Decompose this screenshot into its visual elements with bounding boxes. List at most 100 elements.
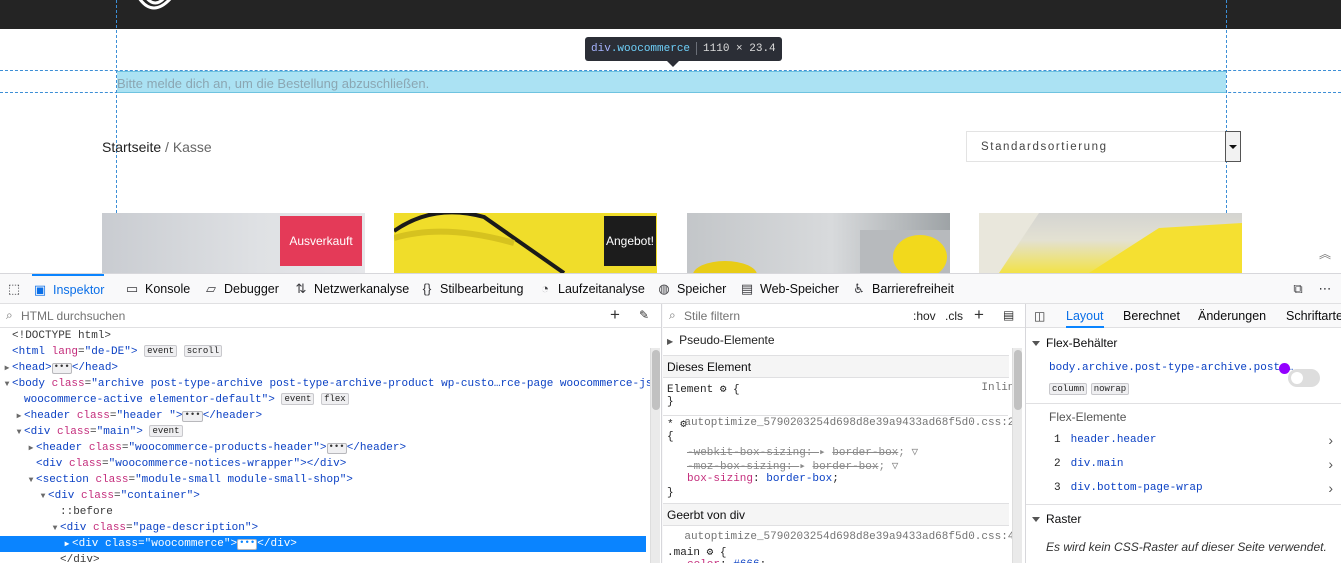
tree-twisty-icon[interactable]: ▶ — [2, 361, 12, 377]
gear-icon[interactable]: ⚙ — [720, 384, 727, 396]
pseudo-elements-toggle[interactable]: ▶ Pseudo-Elemente — [667, 333, 775, 347]
tab-performance[interactable]: ◔ Laufzeitanalyse — [537, 274, 645, 304]
tree-node[interactable]: ▶ <header class="header "> ••• </header> — [0, 408, 646, 424]
tree-node[interactable]: <div class="woocommerce-notices-wrapper"… — [0, 456, 646, 472]
rules-scrollbar-thumb[interactable] — [1014, 350, 1022, 410]
decl-box-sizing[interactable]: box-sizing: border-box; — [687, 473, 839, 485]
tab-storage[interactable]: ▤ Web-Speicher — [739, 274, 839, 304]
tree-node[interactable]: ▼ <div class="main"> event — [0, 424, 646, 440]
tab-memory[interactable]: ◍ Speicher — [656, 274, 726, 304]
tree-node[interactable]: woocommerce-active elementor-default"> e… — [0, 392, 646, 408]
tab-fonts[interactable]: Schriftarten — [1286, 304, 1341, 328]
tree-twisty-icon[interactable]: ▶ — [26, 441, 36, 457]
flex-item-1[interactable]: 1 header.header — [1054, 434, 1156, 446]
scroll-top-icon[interactable]: ︽ — [1319, 248, 1331, 260]
rules-filter-input[interactable]: Stile filtern — [684, 309, 740, 323]
add-node-icon[interactable]: + — [610, 305, 620, 325]
gear-icon[interactable]: ⚙ — [707, 547, 714, 559]
filter-funnel-icon[interactable]: ▽ — [892, 461, 899, 473]
breadcrumb: Startseite / Kasse — [102, 139, 212, 155]
rule2-source-link[interactable]: autoptimize_5790203254d698d8e39a9433ad68… — [684, 531, 1021, 543]
grid-section[interactable]: Raster — [1026, 507, 1341, 531]
element-rule-selector[interactable]: Element ⚙ { — [667, 382, 740, 396]
filter-funnel-icon[interactable]: ▽ — [912, 447, 919, 459]
tab-debugger[interactable]: ▱ Debugger — [203, 274, 279, 304]
tree-node[interactable]: </div> — [0, 552, 646, 563]
tree-node[interactable]: ▶ <header class="woocommerce-products-hea… — [0, 440, 646, 456]
main-rule-selector[interactable]: .main ⚙ { — [667, 545, 726, 559]
tree-twisty-icon[interactable]: ▼ — [14, 425, 24, 441]
product-card-4[interactable] — [979, 213, 1242, 273]
toggle-sidebar-icon[interactable]: ◫ — [1034, 309, 1045, 323]
tree-twisty-icon[interactable]: ▶ — [62, 537, 72, 553]
tree-twisty-icon[interactable]: ▼ — [2, 377, 12, 393]
tab-changes[interactable]: Änderungen — [1198, 304, 1266, 328]
breadcrumb-home[interactable]: Startseite — [102, 139, 161, 155]
tab-accessibility[interactable]: ♿ Barrierefreiheit — [851, 274, 954, 304]
eyedropper-icon[interactable]: ✎ — [639, 308, 649, 322]
tab-inspector[interactable]: ▣ Inspektor — [32, 274, 105, 304]
collapsed-children-icon[interactable]: ••• — [51, 363, 72, 374]
flex-item-2[interactable]: 2 div.main — [1054, 458, 1123, 470]
tree-twisty-icon[interactable]: ▼ — [26, 473, 36, 489]
tab-computed[interactable]: Berechnet — [1123, 304, 1180, 328]
markup-search-input[interactable]: HTML durchsuchen — [21, 309, 125, 323]
tree-attr-value: "woocommerce-notices-wrapper" — [108, 458, 301, 470]
chevron-right-icon[interactable]: › — [1328, 456, 1333, 472]
tree-node[interactable]: ▼ <div class="page-description"> — [0, 520, 646, 536]
tree-node[interactable]: ▼ <section class="module-small module-sma… — [0, 472, 646, 488]
rule1-source-link[interactable]: autoptimize_5790203254d698d8e39a9433ad68… — [684, 417, 1021, 429]
tab-style-editor[interactable]: {} Stilbearbeitung — [419, 274, 524, 304]
tree-node[interactable]: ▼ <div class="container"> — [0, 488, 646, 504]
tree-node[interactable]: ::before — [0, 504, 646, 520]
flex-highlight-toggle[interactable] — [1288, 369, 1320, 387]
cls-toggle[interactable]: .cls — [945, 309, 963, 323]
element-picker-icon[interactable]: ⬚ — [5, 280, 23, 298]
tree-tag-close: > — [45, 362, 52, 374]
chevron-right-icon[interactable]: › — [1328, 432, 1333, 448]
flex-container-section[interactable]: Flex-Behälter — [1026, 331, 1341, 355]
tab-layout[interactable]: Layout — [1066, 304, 1104, 328]
tree-twisty-icon[interactable]: ▶ — [14, 409, 24, 425]
rules-filter-bar[interactable]: ⌕ Stile filtern :hov .cls + ▤ — [663, 304, 1025, 328]
chevron-down-icon[interactable] — [1225, 131, 1241, 162]
collapsed-children-icon[interactable]: ••• — [326, 443, 347, 454]
tree-node[interactable]: ▶ <div class="woocommerce"> ••• </div> — [0, 536, 646, 552]
tab-console[interactable]: ▭ Konsole — [124, 274, 190, 304]
inspector-tooltip: div.woocommerce 1110 × 23.4 — [585, 37, 782, 67]
tooltip-tag: div — [591, 43, 611, 55]
markup-search-bar[interactable]: ⌕ HTML durchsuchen + ✎ — [0, 304, 661, 328]
login-notice: Bitte melde dich an, um die Bestellung a… — [117, 76, 430, 91]
tree-node[interactable]: <html lang="de-DE"> event scroll — [0, 344, 646, 360]
rules-scrollbar[interactable] — [1012, 348, 1022, 563]
decl-moz-box-sizing[interactable]: -moz-box-sizing: ▸ border-box; ▽ — [687, 459, 898, 473]
sort-select[interactable]: Standardsortierung — [966, 131, 1241, 162]
tree-tag-end: </div> — [257, 538, 297, 550]
tab-network[interactable]: ⇅ Netzwerkanalyse — [293, 274, 410, 304]
more-options-icon[interactable]: ⋯ — [1316, 280, 1334, 298]
tree-punct: < — [24, 426, 31, 438]
markup-scrollbar[interactable] — [650, 348, 660, 563]
chevron-right-icon[interactable]: › — [1328, 480, 1333, 496]
decl-color[interactable]: color: #666; — [687, 559, 766, 563]
tree-twisty-icon[interactable]: ▼ — [50, 521, 60, 537]
tree-badge: flex — [321, 393, 349, 405]
flex-container-selector[interactable]: body.archive.post-type-archive.post-… — [1049, 362, 1293, 374]
collapsed-children-icon[interactable]: ••• — [237, 539, 258, 550]
tree-node[interactable]: ▼ <body class="archive post-type-archive … — [0, 376, 653, 393]
markup-scrollbar-thumb[interactable] — [652, 350, 660, 410]
product-card-3[interactable] — [687, 213, 950, 273]
dock-icon[interactable]: ⧉ — [1289, 280, 1307, 298]
add-rule-icon[interactable]: + — [974, 305, 984, 325]
site-logo-icon[interactable] — [133, 0, 177, 16]
hov-toggle[interactable]: :hov — [913, 309, 936, 323]
tree-node[interactable]: ▶ <head> ••• </head> — [0, 360, 646, 376]
tree-node[interactable]: <!DOCTYPE html> — [0, 328, 646, 344]
collapsed-children-icon[interactable]: ••• — [182, 411, 203, 422]
tree-twisty-icon[interactable]: ▼ — [38, 489, 48, 505]
chevron-right-icon: ▶ — [667, 337, 674, 346]
flex-item-3[interactable]: 3 div.bottom-page-wrap — [1054, 482, 1203, 494]
print-media-icon[interactable]: ▤ — [1003, 308, 1014, 322]
markup-panel: ⌕ HTML durchsuchen + ✎ <!DOCTYPE html> <h… — [0, 304, 662, 563]
decl-webkit-box-sizing[interactable]: -webkit-box-sizing: ▸ border-box; ▽ — [687, 445, 918, 459]
